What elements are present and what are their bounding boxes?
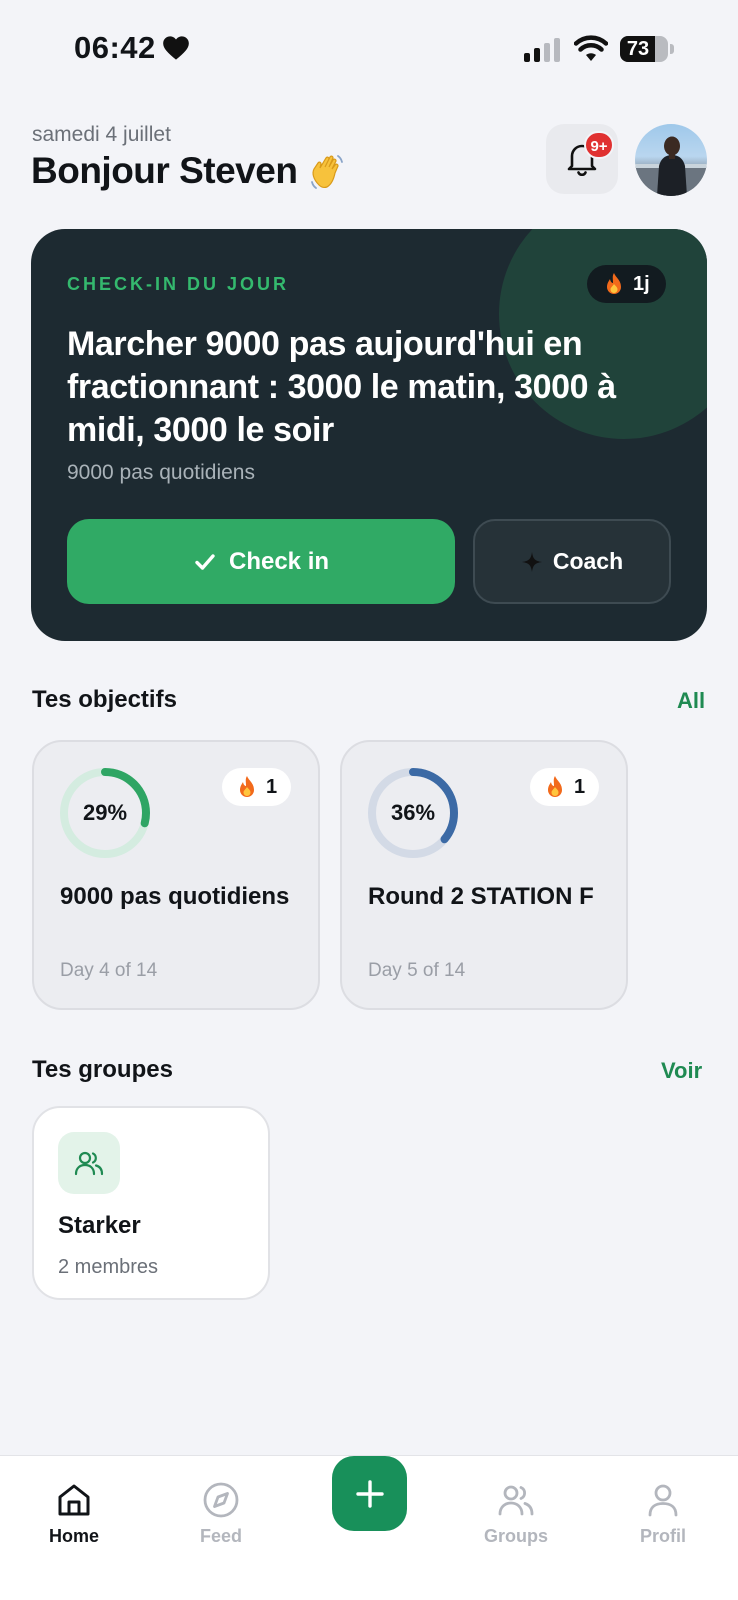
goal-day: Day 5 of 14	[368, 960, 466, 981]
users-icon	[498, 1485, 534, 1516]
users-icon	[74, 1151, 104, 1176]
objectives-title: Tes objectifs	[32, 686, 177, 713]
goal-streak-value: 1	[266, 775, 278, 798]
waving-hand-icon	[311, 155, 344, 189]
wifi-icon	[574, 35, 608, 61]
greeting-title: Bonjour Steven	[31, 150, 347, 192]
tab-profile[interactable]: Profil	[603, 1480, 723, 1547]
goal-progress-percent: 36%	[390, 800, 436, 825]
checkin-streak-value: 1j	[633, 272, 650, 295]
battery-level: 73	[626, 38, 650, 60]
goal-day: Day 4 of 14	[60, 960, 158, 981]
objectives-all-link[interactable]: All	[677, 688, 705, 714]
plus-icon	[355, 1479, 384, 1508]
battery-icon: 73	[620, 36, 668, 62]
avatar[interactable]	[635, 124, 707, 196]
tab-feed[interactable]: Feed	[161, 1480, 281, 1547]
group-card[interactable]: Starker 2 membres	[32, 1106, 270, 1300]
group-avatar	[58, 1132, 120, 1194]
tab-profile-label: Profil	[639, 1526, 686, 1546]
goal-title: 9000 pas quotidiens	[60, 883, 290, 910]
tab-feed-label: Feed	[199, 1526, 242, 1546]
notification-badge: 9+	[584, 131, 614, 159]
goal-streak-badge: 1	[222, 768, 292, 806]
checkin-subtitle: 9000 pas quotidiens	[67, 461, 255, 484]
flame-icon	[548, 776, 562, 797]
user-icon	[648, 1484, 678, 1517]
group-name: Starker	[58, 1212, 141, 1239]
goal-card[interactable]: 36% 1 Round 2 STATION F Day 5 of 14	[340, 740, 628, 1010]
goal-streak-badge: 1	[530, 768, 600, 806]
greeting-text: Bonjour Steven	[31, 150, 298, 191]
checkmark-icon	[195, 553, 215, 570]
daily-checkin-card: CHECK-IN DU JOUR 1j Marcher 9000 pas auj…	[31, 229, 707, 641]
flame-icon	[607, 273, 621, 294]
goal-progress-percent: 29%	[82, 800, 128, 825]
goal-card[interactable]: 29% 1 9000 pas quotidiens Day 4 of 14	[32, 740, 320, 1010]
groups-title: Tes groupes	[32, 1056, 173, 1083]
battery-tip	[670, 44, 674, 54]
group-members: 2 membres	[58, 1256, 159, 1278]
coach-button[interactable]: Coach	[473, 519, 671, 604]
checkin-title: Marcher 9000 pas aujourd'hui en fraction…	[67, 325, 616, 449]
checkin-streak-badge: 1j	[587, 265, 666, 303]
coach-button-label: Coach	[552, 548, 624, 574]
tab-groups-label: Groups	[483, 1526, 548, 1546]
add-button[interactable]	[332, 1456, 407, 1531]
status-bar: 06:42 73	[0, 0, 738, 100]
profile-photo	[635, 136, 707, 196]
home-icon	[58, 1484, 90, 1516]
goal-title: Round 2 STATION F	[368, 883, 594, 910]
goal-streak-value: 1	[574, 775, 586, 798]
checkin-button[interactable]: Check in	[67, 519, 455, 604]
header-date: samedi 4 juillet	[32, 123, 171, 146]
sparkle-icon	[521, 551, 542, 572]
heart-icon	[162, 36, 189, 60]
tab-home[interactable]: Home	[14, 1480, 134, 1547]
clock-text: 06:42	[74, 30, 156, 65]
compass-icon	[203, 1482, 239, 1518]
checkin-label: CHECK-IN DU JOUR	[67, 274, 290, 294]
groups-see-link[interactable]: Voir	[661, 1058, 702, 1084]
checkin-button-label: Check in	[228, 547, 330, 575]
flame-icon	[240, 776, 254, 797]
status-time: 06:42	[74, 30, 190, 66]
tab-home-label: Home	[48, 1526, 99, 1546]
tab-groups[interactable]: Groups	[456, 1480, 576, 1547]
cellular-signal-icon	[524, 38, 560, 62]
